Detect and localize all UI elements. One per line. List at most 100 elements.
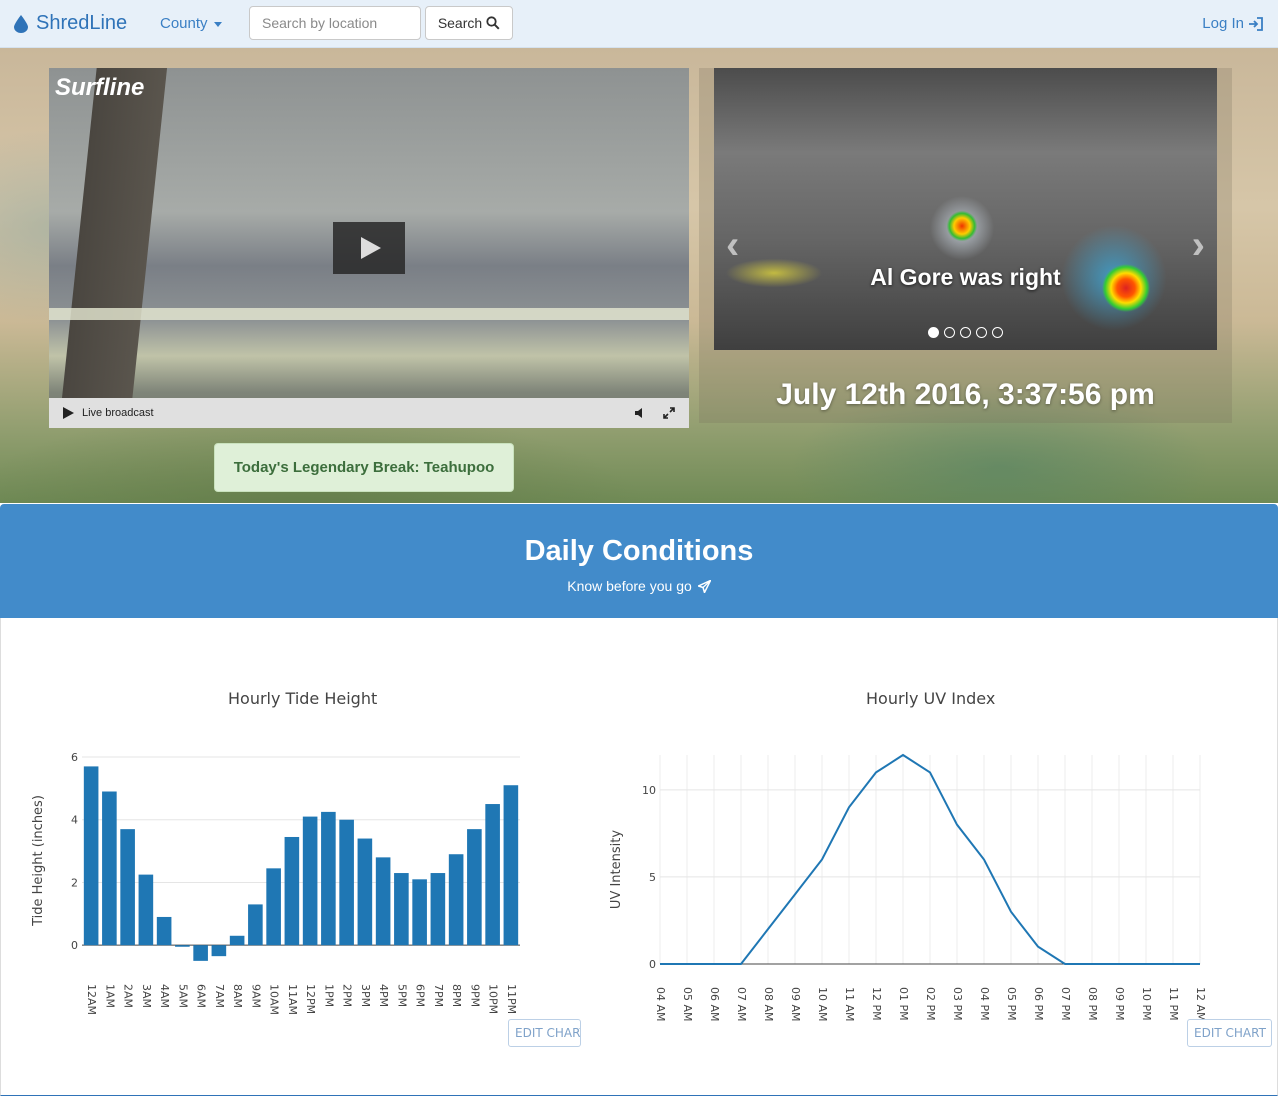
brand-name: ShredLine <box>36 12 128 34</box>
tide-bar[interactable] <box>211 945 227 957</box>
county-dropdown[interactable]: County <box>160 15 222 32</box>
uv-data-point[interactable] <box>712 962 716 966</box>
tide-bar[interactable] <box>485 804 500 946</box>
carousel-indicator[interactable] <box>944 327 955 338</box>
tide-bar[interactable] <box>120 829 135 946</box>
current-datetime: July 12th 2016, 3:37:56 pm <box>776 378 1155 411</box>
tide-bar[interactable] <box>284 836 300 946</box>
y-tick-label: 0 <box>71 939 78 952</box>
y-tick-label: 2 <box>71 876 78 889</box>
tide-bar[interactable] <box>302 816 318 946</box>
tide-bar[interactable] <box>357 838 373 946</box>
tide-bar[interactable] <box>138 874 154 946</box>
x-tick-label: 10AM <box>268 984 281 1015</box>
tide-bar[interactable] <box>375 857 391 946</box>
x-tick-label: 06 PM <box>1032 987 1045 1021</box>
image-carousel[interactable]: ‹ › Al Gore was right <box>714 68 1217 350</box>
tide-bar[interactable] <box>266 868 281 946</box>
uv-data-point[interactable] <box>1063 962 1067 966</box>
tide-bar[interactable] <box>156 916 172 946</box>
carousel-indicator[interactable] <box>960 327 971 338</box>
play-small-icon[interactable] <box>63 407 74 419</box>
subtitle-text: Know before you go <box>567 578 692 594</box>
x-tick-label: 6PM <box>414 984 427 1007</box>
tide-bar[interactable] <box>229 935 245 946</box>
uv-data-point[interactable] <box>658 962 662 966</box>
uv-data-point[interactable] <box>1036 945 1040 949</box>
uv-data-point[interactable] <box>874 770 878 774</box>
x-tick-label: 08 PM <box>1086 987 1099 1021</box>
x-tick-label: 03 PM <box>951 987 964 1021</box>
x-tick-label: 7AM <box>213 984 226 1008</box>
uv-data-point[interactable] <box>1144 962 1148 966</box>
uv-data-point[interactable] <box>847 805 851 809</box>
x-tick-label: 12PM <box>304 984 317 1014</box>
uv-data-point[interactable] <box>982 858 986 862</box>
tide-bar[interactable] <box>83 766 99 946</box>
x-tick-label: 05 PM <box>1005 987 1018 1021</box>
tide-bar[interactable] <box>394 873 409 946</box>
x-tick-label: 05 AM <box>681 987 694 1022</box>
uv-data-point[interactable] <box>955 823 959 827</box>
tide-bar[interactable] <box>448 854 464 946</box>
uv-data-point[interactable] <box>685 962 689 966</box>
x-tick-label: 12 AM <box>1194 987 1207 1022</box>
uv-data-point[interactable] <box>1117 962 1121 966</box>
tide-bar[interactable] <box>248 904 263 946</box>
x-tick-label: 06 AM <box>708 987 721 1022</box>
tide-bar[interactable] <box>175 945 190 947</box>
search-button[interactable]: Search <box>425 6 513 40</box>
brand-link[interactable]: ShredLine <box>14 12 127 35</box>
carousel-indicator[interactable] <box>976 327 987 338</box>
carousel-indicator[interactable] <box>992 327 1003 338</box>
tide-bar[interactable] <box>193 945 208 961</box>
play-button[interactable] <box>333 222 405 274</box>
sign-in-icon <box>1249 16 1263 31</box>
uv-data-point[interactable] <box>928 770 932 774</box>
tide-bar[interactable] <box>412 879 427 946</box>
video-frame-wave <box>49 308 689 320</box>
tide-bar[interactable] <box>467 829 482 946</box>
uv-index-chart: 0 5 10 04 AM 05 AM 06 AM 07 AM 08 AM 09 AM 10 AM 1… <box>609 753 1207 1022</box>
x-tick-label: 4PM <box>377 984 390 1007</box>
volume-icon[interactable] <box>635 408 645 418</box>
tide-bar[interactable] <box>430 873 446 946</box>
uv-data-point[interactable] <box>1090 962 1094 966</box>
x-tick-label: 10PM <box>487 984 500 1014</box>
county-label: County <box>160 15 208 32</box>
search-input[interactable] <box>249 6 421 40</box>
x-tick-label: 07 PM <box>1059 987 1072 1021</box>
uv-data-point[interactable] <box>739 962 743 966</box>
x-tick-label: 11PM <box>505 984 518 1014</box>
tide-chart-title: Hourly Tide Height <box>228 689 378 708</box>
edit-chart-button-uv[interactable]: EDIT CHART <box>1187 1019 1272 1047</box>
carousel-indicator[interactable] <box>928 327 939 338</box>
uv-data-point[interactable] <box>1009 910 1013 914</box>
uv-data-point[interactable] <box>901 753 905 757</box>
x-tick-label: 2AM <box>122 984 135 1008</box>
tide-bar[interactable] <box>503 785 519 946</box>
x-tick-label: 5AM <box>176 984 189 1008</box>
edit-chart-button-tide[interactable]: EDIT CHART <box>508 1019 581 1047</box>
fullscreen-icon[interactable] <box>663 407 675 419</box>
chevron-left-icon[interactable]: ‹ <box>726 223 739 268</box>
tide-bar[interactable] <box>321 811 336 946</box>
uv-data-point[interactable] <box>1198 962 1202 966</box>
uv-data-point[interactable] <box>820 858 824 862</box>
uv-data-point[interactable] <box>793 892 797 896</box>
caret-down-icon <box>213 22 222 27</box>
uv-data-point[interactable] <box>766 927 770 931</box>
water-drop-icon <box>14 14 28 33</box>
x-tick-label: 6AM <box>195 984 208 1008</box>
x-tick-label: 5PM <box>395 984 408 1007</box>
y-tick-label: 0 <box>649 958 656 971</box>
chevron-right-icon[interactable]: › <box>1192 223 1205 268</box>
surf-video-player[interactable]: Surfline Live broadcast <box>49 68 689 428</box>
tide-bar[interactable] <box>339 819 354 946</box>
uv-data-point[interactable] <box>1171 962 1175 966</box>
x-tick-label: 07 AM <box>735 987 748 1022</box>
search-button-label: Search <box>437 15 483 31</box>
login-link[interactable]: Log In <box>1202 15 1264 32</box>
tide-bar[interactable] <box>102 791 117 946</box>
x-tick-label: 8AM <box>231 984 244 1008</box>
